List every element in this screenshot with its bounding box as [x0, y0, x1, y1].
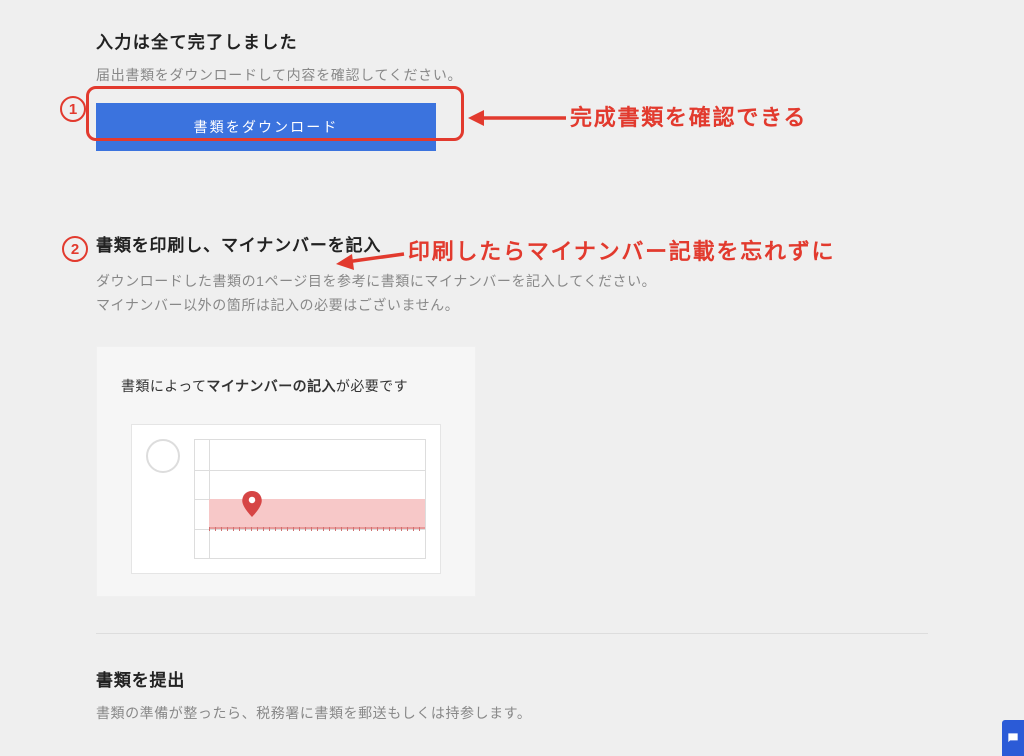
section-divider: [96, 633, 928, 634]
annotation-text-1: 完成書類を確認できる: [570, 100, 807, 132]
diagram-avatar-icon: [146, 439, 180, 473]
form-diagram: [131, 424, 441, 574]
section2-desc-line2: マイナンバー以外の箇所は記入の必要はございません。: [96, 297, 459, 313]
chat-icon: [1006, 731, 1020, 745]
annotation-text-2: 印刷したらマイナンバー記載を忘れずに: [408, 234, 835, 266]
download-documents-button[interactable]: 書類をダウンロード: [96, 103, 436, 151]
annotation-arrow-1-icon: [468, 106, 568, 130]
annotation-marker-1: 1: [60, 96, 86, 122]
annotation-arrow-2-icon: [336, 248, 406, 270]
section2-desc-line1: ダウンロードした書類の1ページ目を参考に書類にマイナンバーを記入してください。: [96, 273, 656, 289]
section3-description: 書類の準備が整ったら、税務署に書類を郵送もしくは持参します。: [96, 703, 928, 723]
infobox-strong: マイナンバーの記入: [206, 378, 336, 394]
mynumber-infobox: 書類によってマイナンバーの記入が必要です: [96, 346, 476, 598]
section1-title: 入力は全て完了しました: [96, 28, 928, 53]
section3-title: 書類を提出: [96, 666, 928, 691]
annotation-marker-2: 2: [62, 236, 88, 262]
chat-widget-button[interactable]: [1002, 720, 1024, 756]
infobox-text: 書類によってマイナンバーの記入が必要です: [121, 375, 451, 399]
infobox-prefix: 書類によって: [121, 378, 206, 394]
diagram-pin-icon: [242, 491, 262, 517]
section1-description: 届出書類をダウンロードして内容を確認してください。: [96, 65, 928, 85]
diagram-grid: [194, 439, 426, 559]
section2-description: ダウンロードした書類の1ページ目を参考に書類にマイナンバーを記入してください。 …: [96, 270, 928, 318]
infobox-suffix: が必要です: [336, 378, 408, 394]
